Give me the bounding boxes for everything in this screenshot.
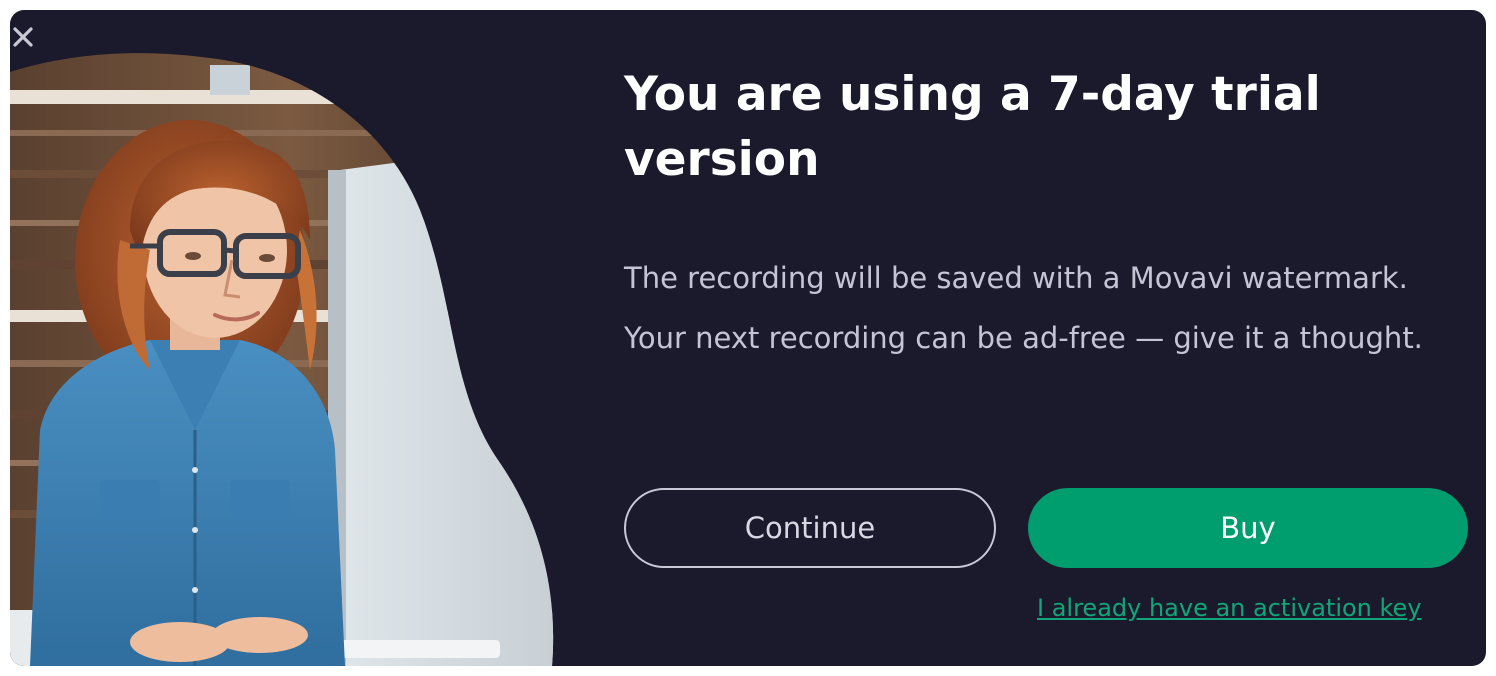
activation-key-link[interactable]: I already have an activation key (1037, 594, 1422, 622)
buy-button[interactable]: Buy (1028, 488, 1468, 568)
dialog-title: You are using a 7-day trial version (624, 67, 1321, 187)
continue-button[interactable]: Continue (624, 488, 996, 568)
close-icon[interactable] (12, 26, 34, 48)
dialog-message: The recording will be saved with a Movav… (624, 261, 1423, 355)
woman-at-computer-illustration (10, 53, 554, 666)
trial-dialog: You are using a 7-day trial version The … (10, 10, 1486, 666)
